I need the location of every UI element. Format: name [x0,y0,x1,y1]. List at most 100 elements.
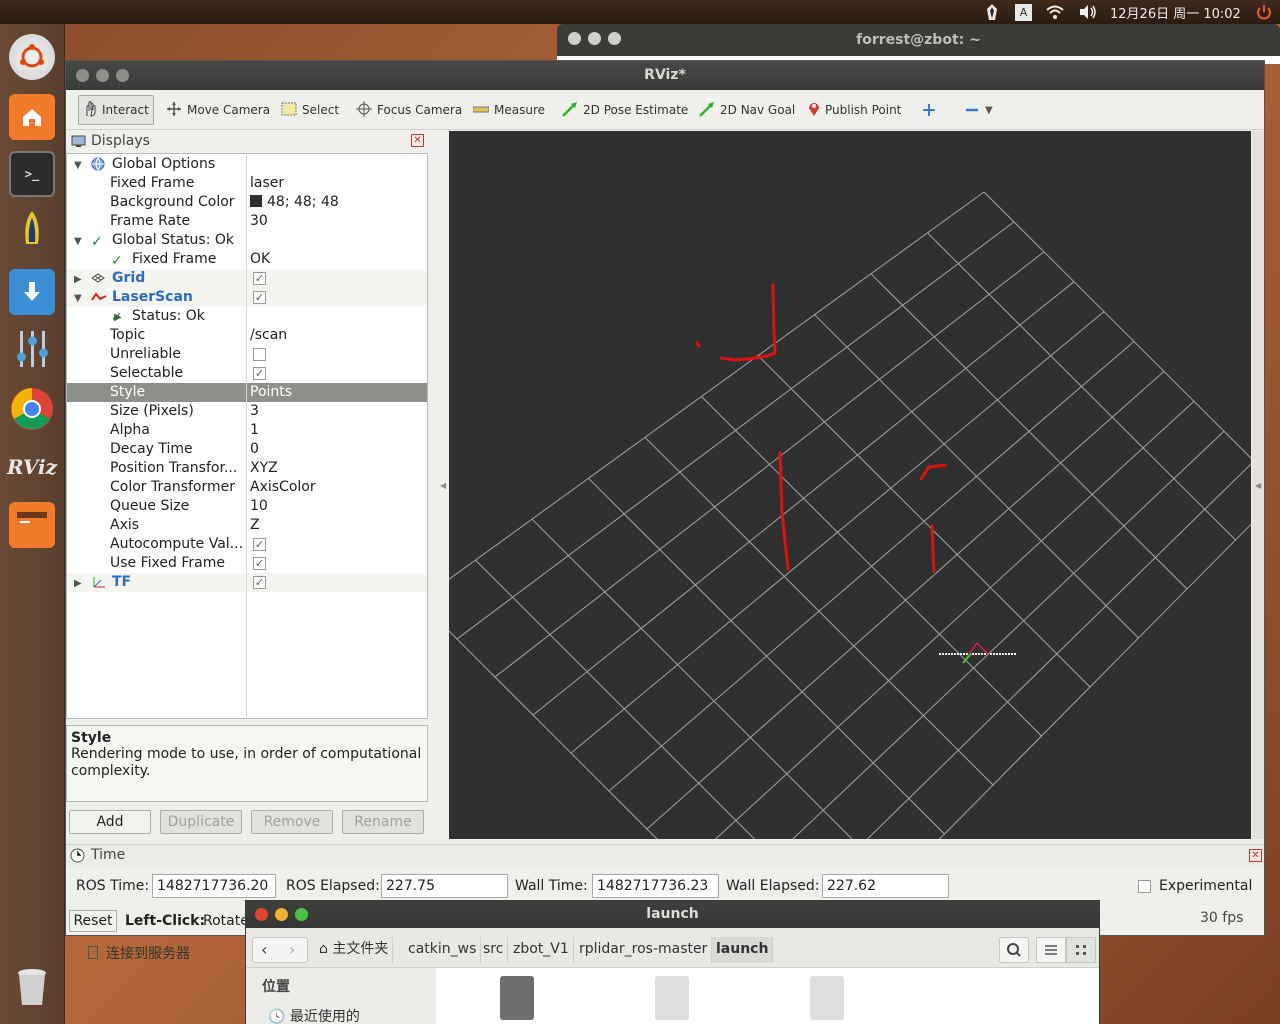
property-value-cell[interactable]: laser [250,174,284,193]
property-row[interactable]: ▼ ✓ Global Status: Ok [67,231,427,250]
terminal-window[interactable]: forrest@zbot: ~ [557,24,1280,64]
property-value[interactable]: 0 [250,441,259,457]
property-value[interactable]: 3 [250,403,259,419]
clock[interactable]: 12月26日 周一 10:02 [1110,0,1241,24]
expand-down-arrow-icon[interactable]: ▼ [74,289,82,308]
list-view-icon[interactable] [1036,937,1066,963]
expand-right-arrow-icon[interactable]: ▶ [74,270,82,289]
displays-tree[interactable]: ▼ Global Options Fixed Frame laser Backgroun… [66,153,428,719]
property-row[interactable]: Frame Rate 30 [67,212,427,231]
property-row[interactable]: ▼ Global Options [67,155,427,174]
settings-icon[interactable] [9,326,55,372]
file-icon[interactable] [810,976,844,1020]
file-icon[interactable] [500,976,534,1020]
property-value[interactable]: Points [250,384,292,400]
focus-camera-tool[interactable]: Focus Camera [352,95,466,125]
property-row[interactable]: ✓ Fixed Frame OK [67,250,427,269]
property-value-cell[interactable]: Z [250,516,260,535]
rviz-launcher-icon[interactable]: RViz [7,444,57,490]
breadcrumb-src[interactable]: src [479,937,509,963]
property-value[interactable]: OK [250,251,270,267]
property-row[interactable]: Axis Z [67,516,427,535]
property-value-cell[interactable]: 1 [250,421,259,440]
property-value-cell[interactable]: AxisColor [250,478,316,497]
property-value[interactable]: AxisColor [250,479,316,495]
publish-point-tool[interactable]: Publish Point [804,95,905,125]
property-row[interactable]: Queue Size 10 [67,497,427,516]
property-value[interactable]: XYZ [250,460,278,476]
property-row[interactable]: Use Fixed Frame ✓ [67,554,427,573]
property-row[interactable]: Alpha 1 [67,421,427,440]
property-value-cell[interactable]: Points [250,383,292,402]
forward-arrow-icon[interactable]: › [289,940,295,959]
breadcrumb-rplidar[interactable]: rplidar_ros-master [575,937,713,963]
property-row[interactable]: ▼ LaserScan ✓ [67,288,427,307]
files-icon[interactable] [9,94,55,140]
back-arrow-icon[interactable]: ‹ [261,940,267,959]
keyboard-indicator-icon[interactable]: A [1015,0,1032,24]
select-tool[interactable]: Select [277,95,343,125]
breadcrumb-zbot-v1[interactable]: zbot_V1 [509,937,574,963]
volume-icon[interactable] [1078,0,1098,24]
property-value[interactable]: 48; 48; 48 [267,194,339,210]
rviz-titlebar[interactable]: RViz* [66,61,1264,90]
presentation-icon[interactable] [9,502,55,548]
property-row[interactable]: Fixed Frame laser [67,174,427,193]
experimental-checkbox[interactable] [1138,880,1151,893]
expand-down-arrow-icon[interactable]: ▼ [74,232,82,251]
property-row[interactable]: ▶ TF ✓ [67,573,427,592]
nvidia-icon[interactable] [985,0,999,24]
sidebar-item-recent[interactable]: 🕓 最近使用的 [268,1006,360,1024]
property-value-cell[interactable]: XYZ [250,459,278,478]
property-value-cell[interactable]: 3 [250,402,259,421]
property-row[interactable]: Unreliable [67,345,427,364]
property-value-cell[interactable]: 0 [250,440,259,459]
chrome-icon[interactable] [9,386,55,432]
property-value-cell[interactable]: 30 [250,212,268,231]
property-value-cell[interactable]: /scan [250,326,287,345]
breadcrumb-catkin-ws[interactable]: catkin_ws [404,937,482,963]
wall-elapsed-field[interactable]: 227.62 [822,874,949,898]
remove-tool-minus-icon[interactable]: ▼ [961,95,997,125]
enabled-checkbox[interactable]: ✓ [253,272,266,285]
terminal-icon[interactable]: >_ [9,151,55,197]
property-row[interactable]: Style Points [67,383,427,402]
grid-and-scan-canvas[interactable] [449,131,1251,839]
rviz-window[interactable]: RViz* Interact Move Camera Select Focus … [65,60,1265,936]
pose-estimate-tool[interactable]: 2D Pose Estimate [558,95,692,125]
enabled-checkbox[interactable]: ✓ [253,576,266,589]
property-row[interactable]: ▶ Grid ✓ [67,269,427,288]
property-row[interactable]: Selectable ✓ [67,364,427,383]
rename-button[interactable]: Rename [342,810,424,834]
property-row[interactable]: Decay Time 0 [67,440,427,459]
add-tool-plus-icon[interactable] [918,95,940,125]
ros-elapsed-field[interactable]: 227.75 [381,874,508,898]
property-value[interactable]: 10 [250,498,268,514]
property-row[interactable]: Position Transfor... XYZ [67,459,427,478]
file-manager-window[interactable]: launch ‹ › ⌂ 主文件夹 catkin_ws src zbot_V1 … [245,900,1100,1024]
property-value[interactable]: laser [250,175,284,191]
enabled-checkbox[interactable] [253,348,266,361]
property-row[interactable]: ▶ ✓ Status: Ok [67,307,427,326]
search-icon[interactable] [999,937,1029,963]
tree-column-divider[interactable] [246,153,247,719]
enabled-checkbox[interactable]: ✓ [253,538,266,551]
breadcrumb-home[interactable]: ⌂ 主文件夹 [315,937,394,963]
property-value[interactable]: 1 [250,422,259,438]
collapse-left-arrow-icon[interactable]: ◀ [440,481,446,490]
wall-time-field[interactable]: 1482717736.23 [592,874,719,898]
property-value-cell[interactable]: 10 [250,497,268,516]
collapse-right-arrow-icon[interactable]: ◀ [1255,481,1261,490]
expand-right-arrow-icon[interactable]: ▶ [74,574,82,593]
property-row[interactable]: Size (Pixels) 3 [67,402,427,421]
property-value[interactable]: Z [250,517,260,533]
remove-button[interactable]: Remove [251,810,333,834]
measure-tool[interactable]: Measure [469,95,549,125]
property-row[interactable]: Color Transformer AxisColor [67,478,427,497]
trash-icon[interactable] [9,964,55,1010]
close-panel-icon[interactable]: ✕ [411,134,424,147]
grid-view-icon[interactable] [1066,937,1096,963]
wifi-icon[interactable] [1045,0,1065,24]
expand-down-arrow-icon[interactable]: ▼ [74,156,82,175]
ros-time-field[interactable]: 1482717736.20 [152,874,276,898]
